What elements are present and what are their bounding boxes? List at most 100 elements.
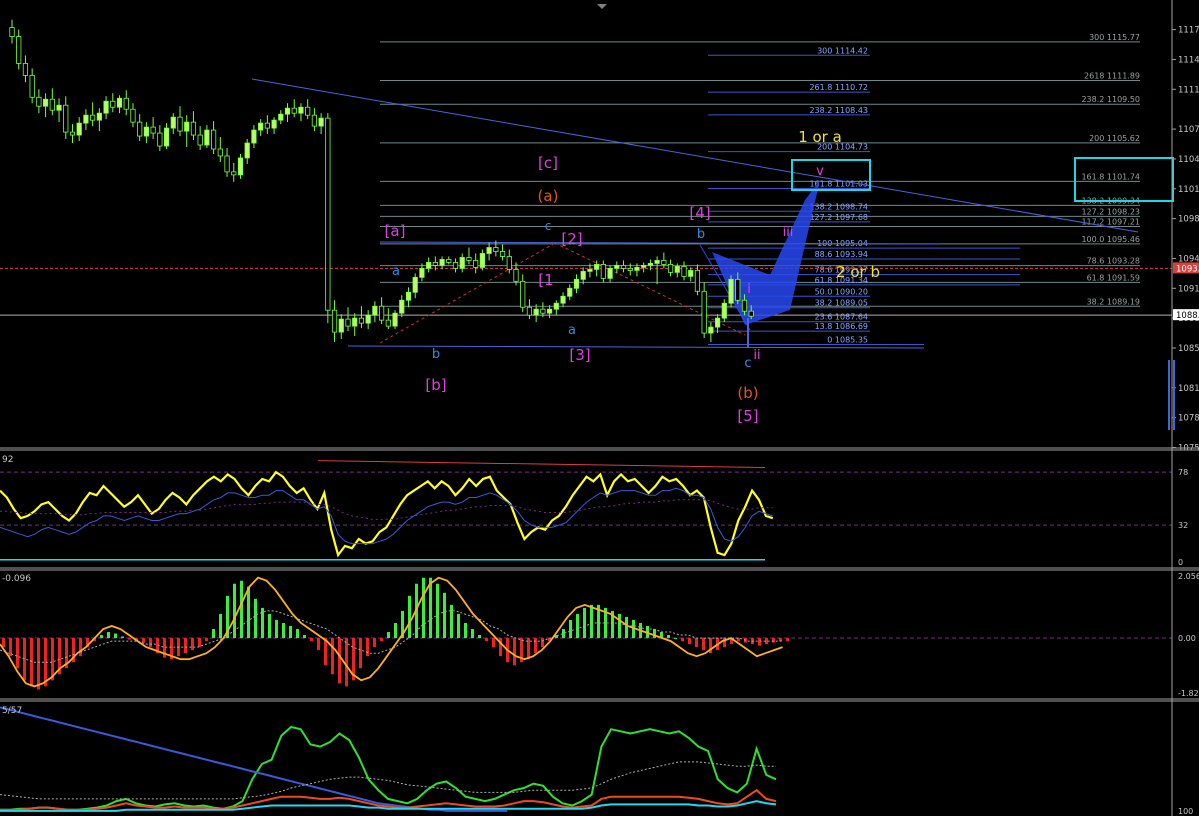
histogram-bar (492, 638, 495, 648)
bearish-candle (473, 260, 479, 268)
bullish-candle (76, 122, 82, 136)
bullish-candle (103, 100, 109, 114)
bearish-candle (661, 260, 667, 265)
bearish-candle (137, 121, 143, 137)
wave-label: v (816, 164, 824, 179)
bullish-candle (708, 326, 714, 334)
histogram-bar (149, 638, 152, 648)
histogram-bar (618, 613, 621, 639)
bearish-candle (748, 310, 754, 317)
histogram-bar (758, 638, 761, 646)
bearish-candle (466, 257, 472, 261)
histogram-bar (359, 638, 362, 669)
bearish-candle (49, 98, 55, 111)
bullish-candle (278, 113, 284, 121)
histogram-bar (198, 638, 201, 648)
bearish-candle (16, 36, 22, 64)
bearish-candle (432, 262, 438, 266)
histogram-bar (296, 629, 299, 639)
price-tick-label: 1104 (1178, 155, 1199, 165)
histogram-bar (303, 635, 306, 639)
histogram-bar (282, 622, 285, 639)
bullish-candle (163, 127, 170, 147)
wave-label: i (747, 282, 751, 297)
osc3-tick-label: 100 (1178, 807, 1193, 816)
histogram-bar (485, 638, 488, 642)
wave-label: 2 or b (836, 263, 880, 281)
bullish-candle (573, 278, 580, 289)
bullish-candle (170, 116, 176, 129)
bullish-candle (721, 302, 727, 319)
fib-left-label: 300 1115.77 (1089, 33, 1140, 42)
bullish-candle (419, 267, 425, 278)
histogram-bar (23, 638, 26, 681)
bearish-candle (741, 299, 748, 312)
bearish-candle (620, 265, 627, 269)
bullish-candle (56, 104, 62, 111)
histogram-bar (702, 638, 705, 651)
bullish-candle (271, 119, 277, 129)
wave-label: a (568, 323, 576, 338)
bullish-candle (426, 262, 432, 269)
bullish-candle (614, 265, 620, 269)
histogram-bar (429, 577, 432, 639)
bullish-candle (204, 129, 210, 146)
histogram-bar (114, 633, 117, 639)
bullish-candle (318, 117, 324, 127)
current-price-tag-label: 1093. (1176, 264, 1199, 274)
bearish-candle (210, 129, 217, 150)
histogram-bar (576, 613, 579, 639)
histogram-bar (394, 622, 397, 639)
bullish-candle (459, 257, 465, 269)
histogram-bar (380, 638, 383, 642)
wave-label: c (545, 219, 552, 233)
bullish-candle (237, 157, 244, 176)
bullish-candle (641, 265, 647, 268)
price-tick-label: 1117 (1178, 26, 1199, 36)
bearish-candle (291, 107, 297, 114)
bullish-candle (594, 264, 600, 270)
fib-right-label: 261.8 1110.72 (809, 83, 868, 92)
histogram-bar (268, 613, 271, 639)
bullish-candle (338, 318, 344, 333)
histogram-bar (373, 638, 376, 648)
histogram-bar (513, 638, 516, 666)
bearish-candle (264, 122, 270, 129)
price-tick-label: 1098 (1178, 215, 1199, 225)
bearish-candle (90, 114, 96, 121)
osc2-tick-label: 0.00 (1178, 634, 1196, 643)
bullish-candle (365, 314, 371, 324)
osc2-tick-label: -1.82 (1178, 689, 1199, 698)
bearish-candle (123, 97, 129, 110)
histogram-bar (625, 616, 628, 639)
bearish-candle (9, 27, 15, 37)
bullish-candle (399, 299, 405, 314)
bearish-candle (681, 266, 687, 277)
histogram-bar (2, 638, 5, 648)
bullish-candle (647, 263, 654, 266)
bearish-candle (63, 104, 69, 133)
histogram-bar (366, 638, 369, 657)
wave-label: [5] (737, 407, 758, 425)
bullish-candle (244, 142, 250, 159)
bullish-candle (96, 112, 102, 121)
fib-right-label: 238.2 1108.43 (809, 106, 868, 115)
histogram-bar (107, 632, 110, 639)
bearish-candle (600, 264, 606, 279)
bearish-candle (197, 134, 203, 146)
bearish-candle (735, 278, 741, 301)
bearish-candle (358, 317, 365, 324)
wave-label: (b) (737, 384, 758, 402)
wave-label: (a) (538, 187, 559, 205)
histogram-bar (254, 598, 257, 639)
bearish-candle (110, 100, 116, 108)
fib-left-label: 61.8 1091.59 (1087, 273, 1140, 282)
fib-left-label: 78.6 1093.28 (1087, 257, 1140, 266)
histogram-bar (408, 595, 411, 639)
bullish-candle (184, 121, 190, 132)
histogram-bar (464, 622, 467, 639)
bearish-candle (345, 318, 351, 327)
price-tick-label: 1081 (1178, 384, 1199, 394)
histogram-bar (590, 604, 593, 639)
histogram-bar (387, 632, 390, 639)
